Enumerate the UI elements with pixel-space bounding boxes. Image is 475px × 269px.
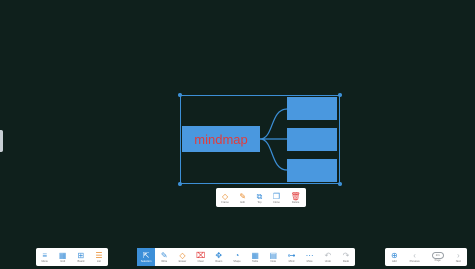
mindmap-child-node-1[interactable] (287, 97, 337, 120)
clear-tool[interactable]: ⌧ Clear (192, 248, 210, 266)
selection-tool[interactable]: ⇱ Selection (137, 248, 156, 266)
board-button[interactable]: ⊞ Board (77, 248, 84, 266)
list-button[interactable]: ☰ List (95, 248, 102, 266)
more-icon: ⋯ (305, 251, 314, 260)
redo-icon: ↷ (342, 251, 350, 260)
pen-icon: ✎ (160, 251, 168, 260)
clear-icon: ⌧ (195, 251, 206, 260)
undo-button[interactable]: ↶ Undo (319, 248, 337, 266)
mindmap-child-node-2[interactable] (287, 128, 337, 151)
table-icon: ▦ (251, 251, 259, 260)
mindmap-child-node-3[interactable] (287, 159, 337, 182)
board-icon: ⊞ (77, 251, 85, 260)
page-indicator[interactable]: 1/1 Page (431, 248, 444, 266)
page-toolbar: ⊕ Add ‹ Previous 1/1 Page › Next (385, 248, 467, 266)
mindmap-root-label: mindmap (194, 131, 248, 147)
mindmap-icon: ⊶ (287, 251, 296, 260)
grid-button[interactable]: ▦ Grid (59, 248, 67, 266)
undo-icon: ↶ (324, 251, 332, 260)
next-page-button[interactable]: › Next (456, 248, 461, 266)
add-page-button[interactable]: ⊕ Add (391, 248, 398, 266)
shape-tool[interactable]: ◔ Shape (228, 248, 246, 266)
resize-handle-bl[interactable] (178, 182, 182, 186)
redo-button[interactable]: ↷ Redo (337, 248, 355, 266)
delete-button[interactable]: 🗑 Delete (291, 188, 301, 207)
previous-page-button[interactable]: ‹ Previous (410, 248, 420, 266)
menu-button[interactable]: ≡ Menu (41, 248, 48, 266)
table-tool[interactable]: ▦ Table (246, 248, 264, 266)
clone-button[interactable]: ❐ Clone (273, 188, 280, 207)
shape-icon: ◔ (234, 251, 240, 260)
clone-icon: ❐ (272, 191, 280, 201)
previous-icon: ‹ (413, 251, 416, 260)
resize-handle-tl[interactable] (178, 93, 182, 97)
frame-icon: ◇ (221, 191, 229, 201)
list-icon: ☰ (95, 251, 103, 260)
bottom-left-toolbar: ≡ Menu ▦ Grid ⊞ Board ☰ List (36, 248, 108, 266)
mindmap-root-node[interactable]: mindmap (182, 126, 260, 152)
roam-icon: ✥ (215, 251, 223, 260)
note-tool[interactable]: ▤ Note (264, 248, 282, 266)
frame-button[interactable]: ◇ Frame (221, 188, 229, 207)
top-button[interactable]: ⧉ Top (257, 188, 263, 207)
main-toolbar: ⇱ Selection ✎ Write ◇ Eraser ⌧ Clear ✥ R… (137, 248, 355, 266)
roam-tool[interactable]: ✥ Roam (210, 248, 228, 266)
eraser-tool[interactable]: ◇ Eraser (173, 248, 191, 266)
more-tool[interactable]: ⋯ More (301, 248, 319, 266)
context-toolbar: ◇ Frame ✎ Edit ⧉ Top ❐ Clone 🗑 Delete (216, 188, 306, 207)
grid-icon: ▦ (58, 251, 67, 260)
page-label: Page (434, 259, 441, 262)
note-icon: ▤ (269, 251, 278, 260)
page-number: 1/1 (431, 252, 444, 259)
eraser-icon: ◇ (179, 251, 186, 260)
resize-handle-br[interactable] (338, 182, 342, 186)
next-icon: › (457, 251, 460, 260)
side-panel-handle[interactable] (0, 130, 3, 152)
edit-button[interactable]: ✎ Edit (239, 188, 246, 207)
resize-handle-tr[interactable] (338, 93, 342, 97)
delete-icon: 🗑 (290, 191, 301, 201)
menu-icon: ≡ (42, 251, 48, 260)
edit-pen-icon: ✎ (239, 191, 247, 201)
write-tool[interactable]: ✎ Write (155, 248, 173, 266)
layer-top-icon: ⧉ (256, 191, 263, 201)
mindmap-tool[interactable]: ⊶ Mind (282, 248, 300, 266)
cursor-icon: ⇱ (142, 251, 150, 260)
add-page-icon: ⊕ (390, 251, 398, 260)
